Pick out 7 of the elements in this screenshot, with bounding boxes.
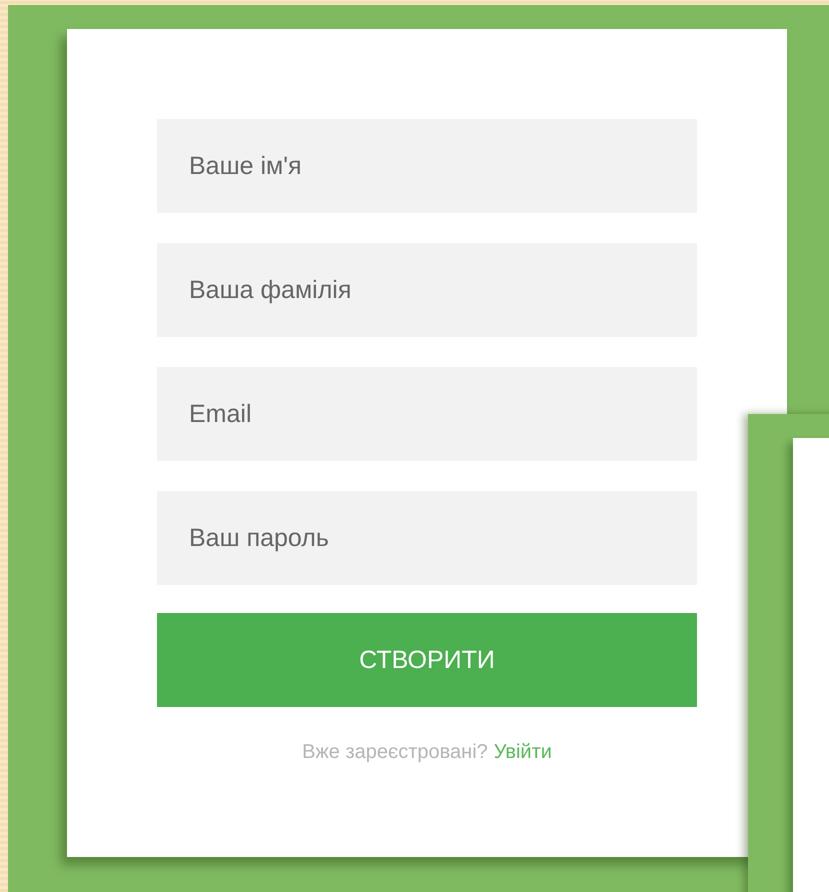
input-field[interactable]: Ваше ім'я [157, 119, 697, 213]
input-field[interactable]: Ваш пароль [157, 491, 697, 585]
input-field[interactable]: Ваша фамілія [157, 243, 697, 337]
login-link[interactable]: Увійти [494, 741, 552, 764]
input-field[interactable]: Email [157, 367, 697, 461]
create-button[interactable]: СТВОРИТИ [157, 613, 697, 707]
registered-text: Вже зареєстровані? [302, 741, 488, 764]
